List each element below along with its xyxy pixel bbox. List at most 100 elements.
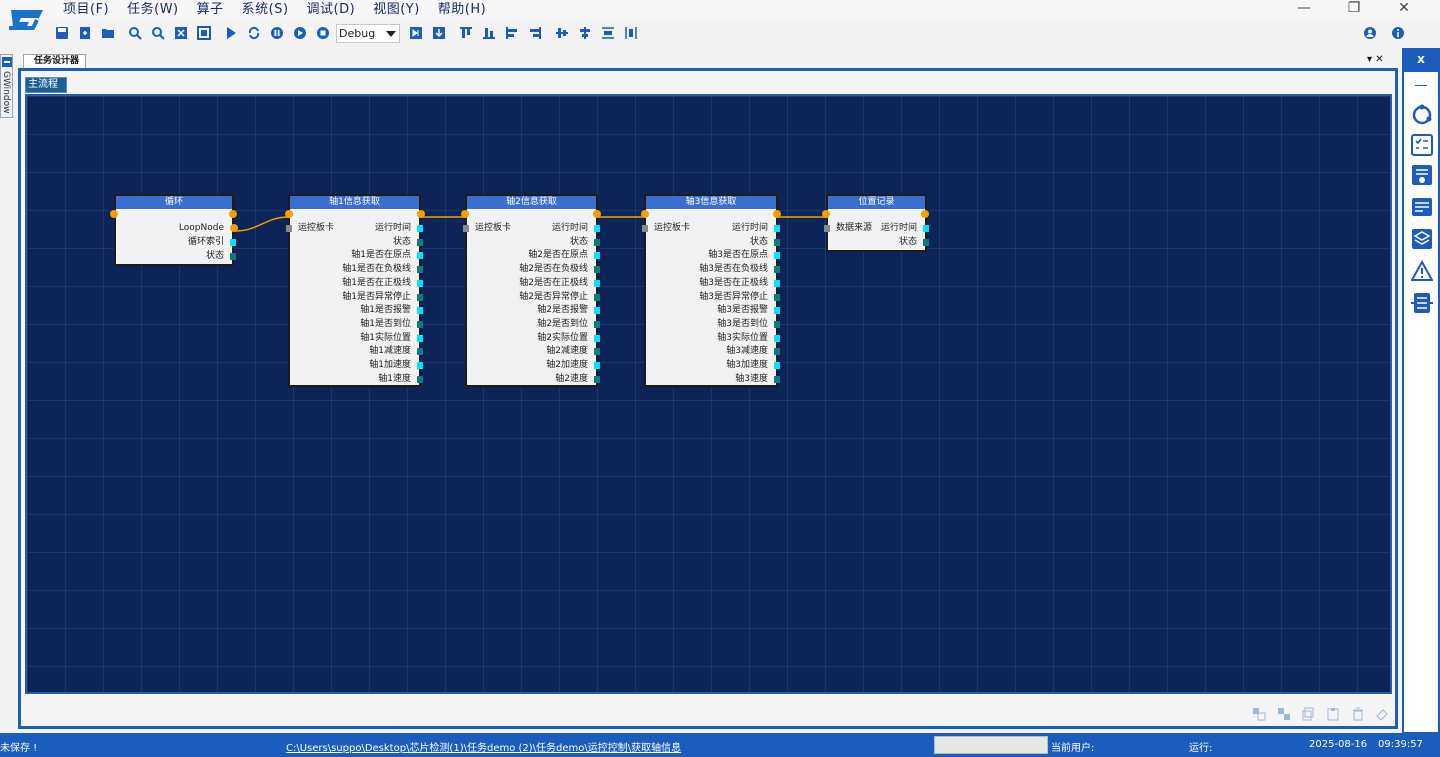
group-icon[interactable] — [1252, 707, 1266, 721]
fit-view-icon[interactable] — [169, 22, 192, 44]
output-port[interactable] — [230, 239, 236, 246]
output-port[interactable] — [417, 252, 423, 260]
flow-out-port[interactable] — [417, 210, 425, 218]
document-controls[interactable]: ▾ ✕ — [1367, 54, 1384, 65]
menu-view[interactable]: 视图(Y) — [364, 0, 429, 20]
output-port[interactable] — [774, 307, 780, 315]
output-port[interactable] — [774, 225, 780, 232]
output-port[interactable] — [594, 225, 600, 232]
list-settings-icon[interactable] — [1411, 164, 1433, 186]
output-port[interactable] — [417, 375, 423, 383]
flow-out-port[interactable] — [593, 210, 601, 218]
flow-out-port[interactable] — [921, 210, 929, 218]
distribute-horizontal-icon[interactable] — [619, 22, 642, 44]
align-bottom-icon[interactable] — [477, 22, 500, 44]
align-top-icon[interactable] — [454, 22, 477, 44]
input-port[interactable] — [824, 225, 830, 232]
node-axis1[interactable]: 轴1信息获取 运控板卡 运行时间 状态 轴1是否在原点 轴1是否在负极线 轴1是否在正极线轴… — [286, 194, 423, 387]
zoom-out-icon[interactable] — [146, 22, 169, 44]
output-port[interactable] — [594, 348, 600, 356]
menu-operator[interactable]: 算子 — [188, 0, 233, 20]
checklist-icon[interactable] — [1411, 134, 1433, 156]
output-port[interactable] — [417, 362, 423, 369]
collapse-icon[interactable] — [1415, 85, 1427, 86]
menu-project[interactable]: 项目(F) — [54, 0, 118, 20]
output-port[interactable] — [594, 252, 600, 260]
step-over-icon[interactable] — [427, 22, 450, 44]
loop-run-icon[interactable] — [242, 22, 265, 44]
output-port[interactable] — [594, 334, 600, 342]
flow-in-port[interactable] — [110, 210, 118, 218]
flow-list-icon[interactable] — [1411, 292, 1433, 314]
output-port[interactable] — [594, 279, 600, 287]
node-axis3[interactable]: 轴3信息获取 运控板卡 运行时间 状态 轴3是否在原点 轴3是否在负极线 轴3是否在正极线轴… — [642, 194, 780, 387]
ungroup-icon[interactable] — [1277, 707, 1291, 721]
flow-out-port[interactable] — [773, 210, 781, 218]
output-port[interactable] — [594, 320, 600, 328]
output-port[interactable] — [417, 334, 423, 342]
flow-out-port[interactable] — [229, 210, 237, 218]
output-port[interactable] — [417, 279, 423, 287]
menu-help[interactable]: 帮助(H) — [429, 0, 495, 20]
fullscreen-icon[interactable] — [192, 22, 215, 44]
open-folder-icon[interactable] — [96, 22, 119, 44]
output-port[interactable] — [774, 334, 780, 342]
node-position-record[interactable]: 位置记录 数据来源 运行时间 状态 — [824, 194, 929, 252]
center-vertical-icon[interactable] — [550, 22, 573, 44]
run-icon[interactable] — [219, 22, 242, 44]
warning-icon[interactable] — [1411, 260, 1433, 282]
output-port[interactable] — [774, 320, 780, 328]
node-axis2[interactable]: 轴2信息获取 运控板卡 运行时间 状态 轴2是否在原点 轴2是否在负极线 轴2是否在正极线轴… — [463, 194, 600, 387]
output-port[interactable] — [417, 307, 423, 315]
output-port[interactable] — [923, 225, 929, 232]
panel-layout-icon[interactable] — [1411, 196, 1433, 218]
file-path-link[interactable]: C:\Users\suppo\Desktop\芯片检测(1)\任务demo (2… — [286, 739, 681, 754]
eraser-icon[interactable] — [1375, 707, 1389, 721]
output-port[interactable] — [594, 362, 600, 369]
node-loop[interactable]: 循环 LoopNode 循环索引 状态 — [114, 194, 236, 266]
restore-button[interactable]: ❐ — [1334, 0, 1374, 18]
output-port[interactable] — [774, 348, 780, 356]
output-port[interactable] — [774, 266, 780, 274]
output-port[interactable] — [774, 238, 780, 246]
flow-canvas[interactable]: 循环 LoopNode 循环索引 状态 轴1信息获取 运控板卡 运行时间 状态 轴1是否… — [25, 94, 1392, 694]
save-icon[interactable] — [50, 22, 73, 44]
menu-task[interactable]: 任务(W) — [118, 0, 188, 20]
tab-main-flow[interactable]: 主流程 — [25, 77, 67, 93]
center-horizontal-icon[interactable] — [573, 22, 596, 44]
menu-debug[interactable]: 调试(D) — [298, 0, 365, 20]
tab-task-designer[interactable]: 任务设计器 — [23, 54, 87, 68]
delete-icon[interactable] — [1351, 707, 1365, 721]
input-port[interactable] — [463, 225, 469, 232]
minimize-button[interactable]: — — [1284, 0, 1324, 18]
paste-icon[interactable] — [1326, 707, 1340, 721]
close-button[interactable]: ✕ — [1384, 0, 1424, 18]
output-port[interactable] — [594, 307, 600, 315]
user-icon[interactable] — [1359, 22, 1381, 44]
step-icon[interactable] — [288, 22, 311, 44]
distribute-vertical-icon[interactable] — [596, 22, 619, 44]
loop-out-port[interactable] — [230, 224, 238, 232]
output-port[interactable] — [594, 293, 600, 301]
output-port[interactable] — [594, 375, 600, 383]
new-file-icon[interactable] — [73, 22, 96, 44]
pause-icon[interactable] — [265, 22, 288, 44]
output-port[interactable] — [417, 238, 423, 246]
info-icon[interactable] — [1387, 22, 1409, 44]
align-right-icon[interactable] — [523, 22, 546, 44]
flow-in-port[interactable] — [641, 210, 649, 218]
output-port[interactable] — [417, 225, 423, 232]
align-left-icon[interactable] — [500, 22, 523, 44]
output-port[interactable] — [774, 362, 780, 369]
input-port[interactable] — [286, 225, 292, 232]
output-port[interactable] — [923, 239, 929, 246]
output-port[interactable] — [774, 279, 780, 287]
menu-system[interactable]: 系统(S) — [233, 0, 298, 20]
output-port[interactable] — [774, 252, 780, 260]
step-into-icon[interactable] — [404, 22, 427, 44]
output-port[interactable] — [417, 320, 423, 328]
output-port[interactable] — [417, 293, 423, 301]
output-port[interactable] — [230, 253, 236, 260]
copy-icon[interactable] — [1302, 707, 1316, 721]
flow-in-port[interactable] — [822, 210, 830, 218]
